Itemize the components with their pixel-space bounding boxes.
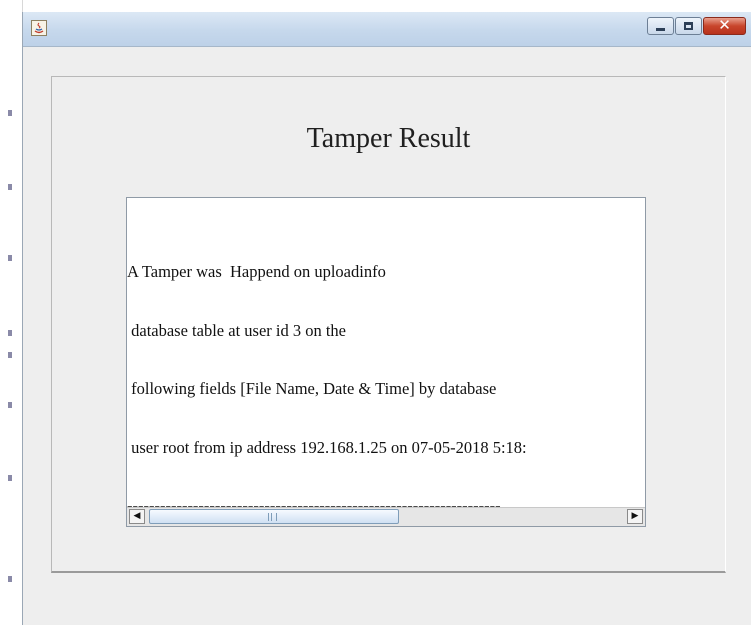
page-title: Tamper Result xyxy=(306,123,471,154)
scroll-right-icon: ▶ xyxy=(631,511,639,521)
background-mark xyxy=(8,576,12,582)
scroll-left-button[interactable]: ◀ xyxy=(129,509,145,524)
scroll-right-button[interactable]: ▶ xyxy=(627,509,643,524)
grip-icon xyxy=(268,513,277,521)
background-mark xyxy=(8,475,12,481)
result-text-line: following fields [File Name, Date & Time… xyxy=(127,379,497,398)
background-mark xyxy=(8,352,12,358)
scrollbar-thumb[interactable] xyxy=(149,509,399,524)
background-mark xyxy=(8,110,12,116)
content-panel: Tamper Result A Tamper was Happend on up… xyxy=(51,76,726,573)
window-controls: ✕ xyxy=(646,16,746,35)
title-bar[interactable]: ✕ xyxy=(23,12,751,47)
maximize-button[interactable] xyxy=(675,17,702,35)
close-button[interactable]: ✕ xyxy=(703,16,746,35)
background-window-edge xyxy=(0,0,23,625)
result-text-line: A Tamper was Happend on uploadinfo xyxy=(127,262,386,281)
result-text-area[interactable]: A Tamper was Happend on uploadinfo datab… xyxy=(126,197,646,527)
background-mark xyxy=(8,330,12,336)
horizontal-scrollbar[interactable]: ◀ ▶ xyxy=(127,507,645,526)
result-text-line: database table at user id 3 on the xyxy=(127,320,347,340)
minimize-button[interactable] xyxy=(647,17,674,35)
background-mark xyxy=(8,255,12,261)
result-text-line: user root from ip address 192.168.1.25 o… xyxy=(127,437,527,457)
maximize-icon xyxy=(684,22,693,30)
java-icon[interactable] xyxy=(31,20,47,36)
background-mark xyxy=(8,184,12,190)
minimize-icon xyxy=(656,28,665,31)
close-icon: ✕ xyxy=(718,16,731,34)
background-mark xyxy=(8,402,12,408)
scroll-left-icon: ◀ xyxy=(133,511,141,521)
result-text-content[interactable]: A Tamper was Happend on uploadinfo datab… xyxy=(127,223,645,526)
